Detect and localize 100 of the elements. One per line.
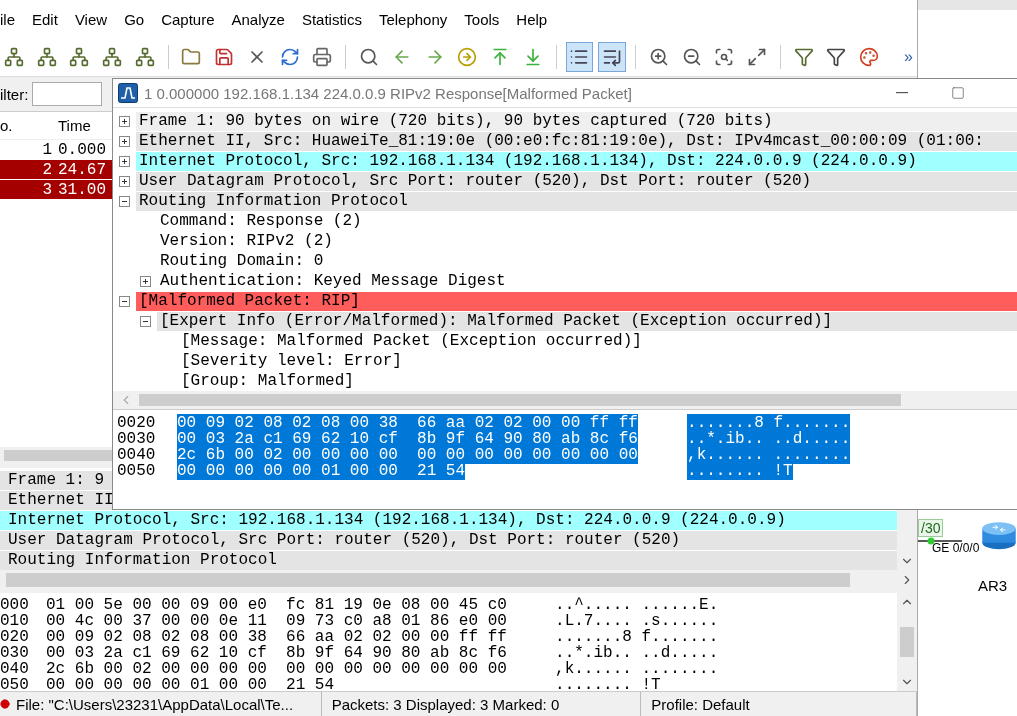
- expand-icon[interactable]: [119, 175, 130, 187]
- expand-icon[interactable]: [119, 115, 130, 127]
- link-label: /30: [918, 519, 944, 537]
- filter-label: ilter:: [0, 85, 29, 103]
- collapse-icon[interactable]: [140, 315, 151, 327]
- ascii-text: ........ !T: [555, 676, 661, 694]
- scrollbar[interactable]: [897, 593, 917, 691]
- offset-label: 0050: [117, 462, 157, 480]
- filter-icon: [793, 47, 814, 67]
- offset-label: 0020: [117, 414, 157, 432]
- menu-item[interactable]: Help: [516, 10, 548, 28]
- network-icon: [134, 47, 155, 67]
- ascii-text: ,k...... ........: [555, 660, 719, 678]
- menu-item[interactable]: Capture: [161, 10, 215, 28]
- palette-icon: [859, 47, 880, 67]
- tree-item[interactable]: [Group: Malformed]: [178, 371, 354, 391]
- tree-item[interactable]: Version: RIPv2 (2): [157, 231, 333, 251]
- table-cell-text: 3: [41, 180, 53, 199]
- status-packets: Packets: 3 Displayed: 3 Marked: 0: [325, 692, 642, 716]
- tree-item[interactable]: Routing Information Protocol: [136, 191, 1017, 211]
- ascii-text: ........ !T: [687, 462, 793, 480]
- menu-item[interactable]: View: [74, 10, 108, 28]
- app-icon: [118, 83, 138, 103]
- offset-label: 0040: [117, 446, 157, 464]
- filter-field[interactable]: [32, 82, 103, 106]
- scrollbar-thumb[interactable]: [900, 627, 914, 657]
- tree-item[interactable]: [Malformed Packet: RIP]: [136, 291, 1017, 311]
- hex-bytes: 2c 6b 00 02 00 00 00 00 00 00 00 00 00 00 00 00: [177, 446, 638, 464]
- network-icon: [102, 47, 123, 67]
- tree-item[interactable]: Frame 1: 90 bytes on wire (720 bits), 90 bytes captured (720 bits): [136, 111, 1017, 131]
- search-icon: [359, 47, 380, 67]
- offset-label: 020: [0, 628, 30, 646]
- menu-item[interactable]: Tools: [464, 10, 500, 28]
- tree-item[interactable]: Command: Response (2): [157, 211, 362, 231]
- ascii-text: .L.7.... .s......: [555, 612, 719, 630]
- tree-item[interactable]: Routing Information Protocol: [0, 551, 897, 570]
- filter-icon: [826, 47, 847, 67]
- maximize-icon: [951, 86, 965, 100]
- tree-item[interactable]: [Message: Malformed Packet (Exception occurred)]: [178, 331, 642, 351]
- status-profile: Profile: Default: [645, 692, 917, 716]
- tree-item[interactable]: [Severity level: Error]: [178, 351, 402, 371]
- port-label: GE 0/0/0: [932, 541, 980, 555]
- hex-bytes: 2c 6b 00 02 00 00 00 00 00 00 00 00 00 00 00 00: [46, 660, 507, 678]
- window-title: 1 0.000000 192.168.1.134 224.0.0.9 RIPv2 Response[Malformed Packet]: [144, 84, 633, 102]
- toggle-button[interactable]: [565, 42, 594, 72]
- menu-item[interactable]: Statistics: [301, 10, 362, 28]
- ascii-text: ,k...... ........: [687, 446, 851, 464]
- network-icon: [36, 47, 57, 67]
- ascii-text: .......8 f.......: [555, 628, 719, 646]
- tree-item[interactable]: Routing Domain: 0: [157, 251, 324, 271]
- expand-icon[interactable]: [119, 155, 130, 167]
- list-end-icon: [602, 47, 623, 67]
- table-cell-text: 2: [41, 160, 53, 179]
- collapse-icon[interactable]: [119, 295, 130, 307]
- overflow-button[interactable]: »: [899, 48, 917, 66]
- list-icon: [569, 47, 590, 67]
- table-cell-text: 31.00: [57, 180, 107, 199]
- tree-item[interactable]: [Expert Info (Error/Malformed): Malformed Packet (Exception occurred)]: [157, 311, 1017, 331]
- tree-item[interactable]: User Datagram Protocol, Src Port: router (520), Dst Port: router (520): [0, 531, 897, 550]
- arrow-circle-icon: [457, 47, 478, 67]
- printer-icon: [312, 47, 333, 67]
- column-header[interactable]: Time: [55, 117, 115, 134]
- table-cell-text: 0.000: [57, 140, 107, 159]
- hex-bytes: 00 00 00 00 00 01 00 00 21 54: [177, 462, 466, 480]
- menu-item[interactable]: Telephony: [378, 10, 448, 28]
- hex-bytes: 00 4c 00 37 00 00 0e 11 09 73 c0 a8 01 86 e0 00: [46, 612, 507, 630]
- tree-item[interactable]: Internet Protocol, Src: 192.168.1.134 (192.168.1.134), Dst: 224.0.0.9 (224.0.0.9): [136, 151, 1017, 171]
- zoom-out-icon: [681, 47, 702, 67]
- tree-item[interactable]: Internet Protocol, Src: 192.168.1.134 (192.168.1.134), Dst: 224.0.0.9 (224.0.0.9): [0, 511, 897, 530]
- offset-label: 000: [0, 596, 30, 614]
- zoom-in-icon: [648, 47, 669, 67]
- status-icon: [0, 699, 10, 709]
- expand-icon[interactable]: [140, 275, 151, 287]
- scrollbar[interactable]: [113, 391, 1017, 409]
- save-icon: [214, 47, 235, 67]
- zoom-reset-icon: [714, 47, 735, 67]
- device-label: AR3: [978, 577, 1008, 594]
- resize-icon: [746, 47, 767, 67]
- table-cell-text: 1: [41, 140, 53, 159]
- menu-item[interactable]: Edit: [32, 10, 58, 28]
- menu-item[interactable]: Go: [124, 10, 145, 28]
- column-header[interactable]: o.: [0, 117, 55, 134]
- tree-item[interactable]: User Datagram Protocol, Src Port: router (520), Dst Port: router (520): [136, 171, 1017, 191]
- ascii-text: ..^..... ......E.: [555, 596, 719, 614]
- expand-icon[interactable]: [119, 135, 130, 147]
- status-file: File: "C:\Users\23231\AppData\Local\Te...: [0, 692, 322, 716]
- menu-item[interactable]: ile: [0, 10, 15, 28]
- arrow-up-bar-icon: [490, 47, 510, 67]
- minimize-icon: [896, 92, 908, 94]
- tree-item[interactable]: Ethernet II, Src: HuaweiTe_81:19:0e (00:e0:fc:81:19:0e), Dst: IPv4mcast_00:00:09 (01:00:: [136, 131, 1017, 151]
- offset-label: 050: [0, 676, 30, 694]
- network-icon: [3, 47, 24, 67]
- collapse-icon[interactable]: [119, 195, 130, 207]
- tree-item[interactable]: Authentication: Keyed Message Digest: [157, 271, 506, 291]
- toggle-button[interactable]: [598, 42, 626, 72]
- menu-item[interactable]: Analyze: [231, 10, 285, 28]
- offset-label: 030: [0, 644, 30, 662]
- offset-label: 040: [0, 660, 30, 678]
- hex-bytes: 01 00 5e 00 00 09 00 e0 fc 81 19 0e 08 00 45 c0: [46, 596, 507, 614]
- link-line: [918, 537, 962, 545]
